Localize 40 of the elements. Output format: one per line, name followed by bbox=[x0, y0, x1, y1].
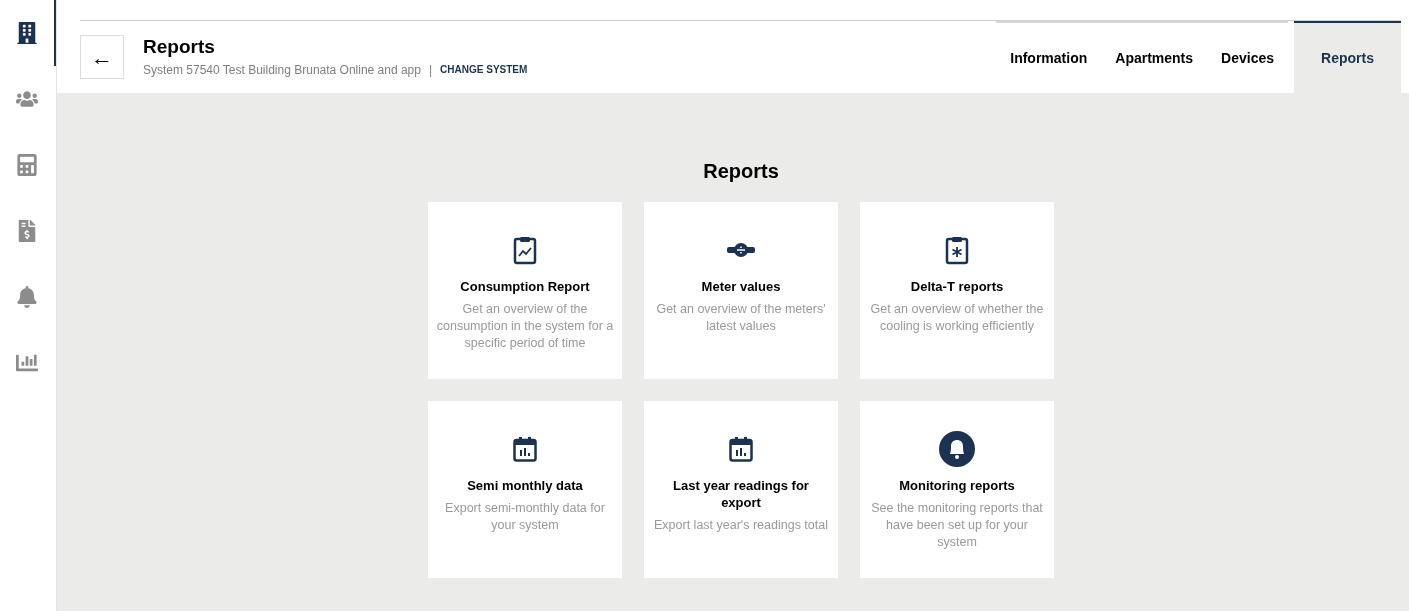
calculator-icon bbox=[16, 154, 38, 176]
separator: | bbox=[428, 61, 433, 79]
bar-chart-icon bbox=[16, 352, 38, 374]
report-card[interactable]: Semi monthly data Export semi-monthly data for your system bbox=[428, 401, 622, 578]
report-card[interactable]: Delta-T reports Get an overview of whether the cooling is working efficiently bbox=[860, 202, 1054, 379]
calendar-chart-icon bbox=[513, 436, 537, 462]
section-heading: Reports bbox=[703, 159, 779, 184]
tab[interactable]: Apartments bbox=[1101, 21, 1208, 93]
system-subtitle: System 57540 Test Building Brunata Online and app bbox=[143, 61, 421, 79]
tab[interactable]: Information bbox=[996, 21, 1102, 93]
card-description: Get an overview of the consumption in the system for a specific period of time bbox=[436, 301, 614, 352]
card-description: See the monitoring reports that have been set up for your system bbox=[870, 500, 1044, 551]
card-description: Get an overview of whether the cooling is working efficiently bbox=[869, 301, 1045, 335]
people-icon bbox=[16, 88, 38, 110]
card-description: Export semi-monthly data for your system bbox=[444, 500, 606, 534]
building-icon bbox=[16, 22, 38, 44]
card-title: Consumption Report bbox=[460, 278, 590, 295]
clipboard-chart-icon bbox=[513, 235, 537, 265]
bell-icon bbox=[16, 286, 38, 308]
report-card[interactable]: Monitoring reports See the monitoring reports that have been set up for your system bbox=[860, 401, 1054, 578]
card-description: Get an overview of the meters' latest values bbox=[655, 301, 827, 335]
card-title: Monitoring reports bbox=[899, 477, 1015, 494]
report-card[interactable]: Meter values Get an overview of the meters' latest values bbox=[644, 202, 838, 379]
tab[interactable]: Reports bbox=[1294, 21, 1401, 93]
meter-icon bbox=[727, 243, 755, 257]
page-title: Reports bbox=[143, 35, 216, 59]
bell-icon bbox=[939, 431, 975, 467]
document-icon bbox=[16, 220, 38, 242]
calendar-chart-icon bbox=[729, 436, 753, 462]
card-title: Semi monthly data bbox=[467, 477, 583, 494]
card-title: Delta-T reports bbox=[910, 278, 1004, 295]
clipboard-snowflake-icon bbox=[945, 235, 969, 265]
card-title: Meter values bbox=[701, 278, 781, 295]
card-description: Export last year's readings total bbox=[654, 517, 828, 534]
card-title: Last year readings for export bbox=[672, 477, 810, 511]
tab[interactable]: Devices bbox=[1207, 21, 1288, 93]
report-card[interactable]: Consumption Report Get an overview of the consumption in the system for a specific period of time bbox=[428, 202, 622, 379]
report-card[interactable]: Last year readings for export Export last year's readings total bbox=[644, 401, 838, 578]
change-system-link[interactable]: CHANGE SYSTEM bbox=[440, 62, 528, 78]
back-button[interactable]: ← bbox=[80, 35, 124, 79]
